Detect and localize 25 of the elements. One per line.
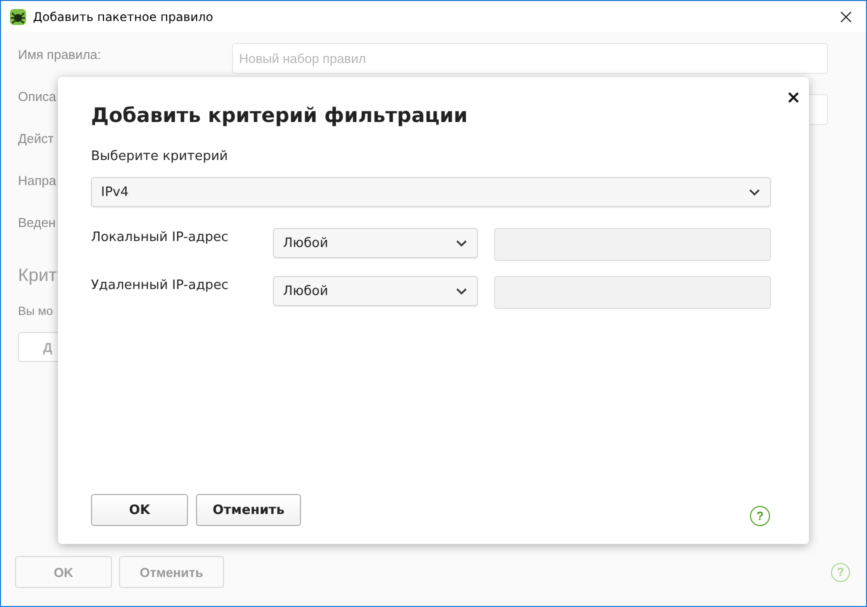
field-label: Описа xyxy=(18,88,58,104)
close-icon[interactable] xyxy=(788,92,799,103)
section-text: Вы мо xyxy=(18,304,54,318)
dialog-title: Добавить критерий фильтрации xyxy=(91,103,469,127)
field-label: Имя правила: xyxy=(18,46,102,62)
row-label: Удаленный IP-адрес xyxy=(91,277,230,293)
address-type-dropdown[interactable]: Любой xyxy=(273,276,478,306)
row-label: Локальный IP-адрес xyxy=(91,229,230,245)
close-icon[interactable] xyxy=(840,10,852,22)
address-type-dropdown[interactable]: Любой xyxy=(273,228,478,258)
field-label: Дейст xyxy=(18,130,55,146)
chevron-down-icon xyxy=(456,240,467,246)
description-field[interactable] xyxy=(807,94,828,125)
dialog-button[interactable]: OK xyxy=(91,494,188,526)
criterion-dropdown[interactable]: IPv4 xyxy=(91,177,771,207)
dialog-button[interactable]: Отменить xyxy=(196,494,301,526)
window-title: Добавить пакетное правило xyxy=(33,10,214,24)
section-title: Крит xyxy=(18,265,57,286)
help-button[interactable]: ? xyxy=(750,506,770,526)
criterion-label: Выберите критерий xyxy=(91,149,229,164)
field-label: Веден xyxy=(18,214,57,230)
field-label: Напра xyxy=(18,172,58,188)
chevron-down-icon xyxy=(749,188,760,196)
chevron-down-icon xyxy=(456,288,467,294)
spider-logo-icon xyxy=(9,8,27,26)
